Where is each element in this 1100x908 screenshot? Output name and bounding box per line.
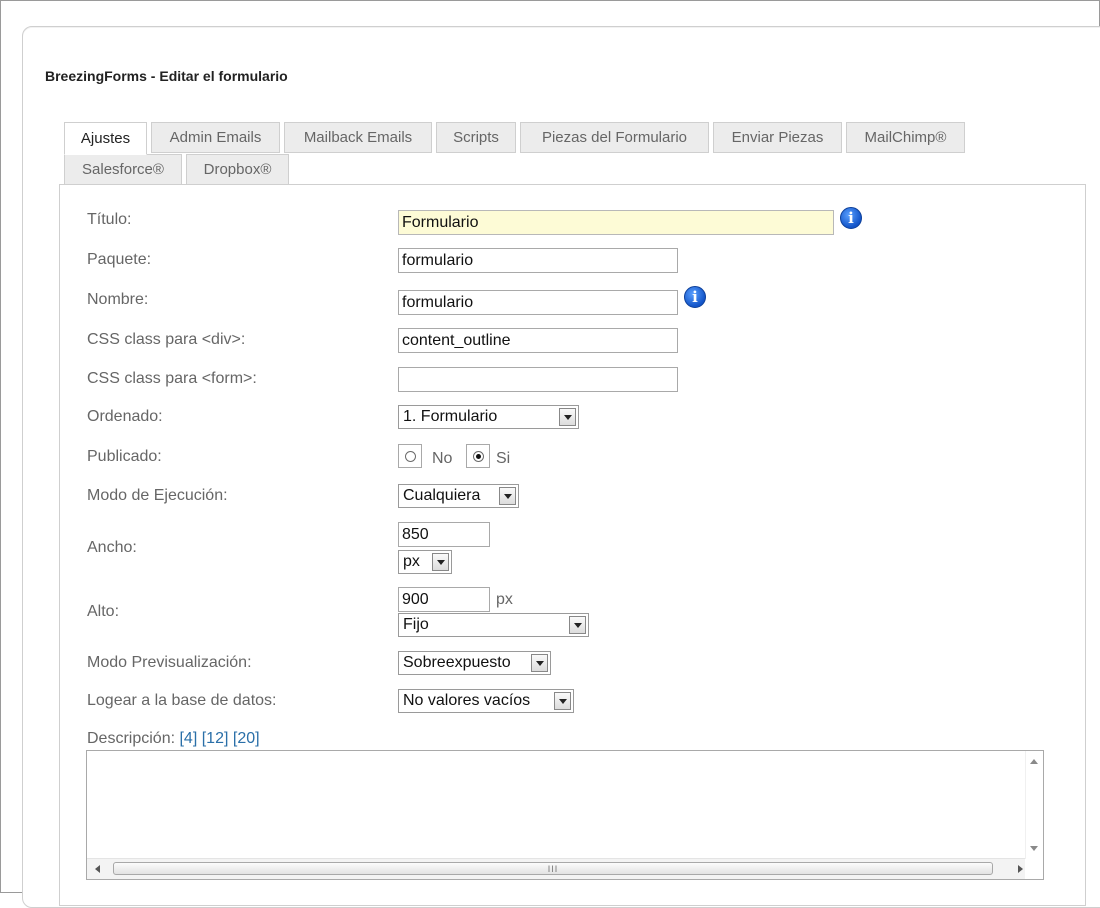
- ancho-unit-value: px: [403, 553, 420, 570]
- descripcion-size-4-link[interactable]: [4]: [179, 730, 197, 747]
- ancho-unit-select[interactable]: px: [398, 550, 452, 574]
- radio-unchecked-icon: [404, 450, 416, 462]
- css-div-input[interactable]: [398, 328, 678, 353]
- modo-ejecucion-label: Modo de Ejecución:: [87, 487, 228, 504]
- tab-salesforce[interactable]: Salesforce®: [64, 154, 182, 185]
- descripcion-label: Descripción:: [87, 730, 176, 747]
- chevron-down-icon: [499, 487, 516, 505]
- publicado-label: Publicado:: [87, 448, 162, 465]
- tab-dropbox[interactable]: Dropbox®: [186, 154, 289, 185]
- logear-select[interactable]: No valores vacíos: [398, 689, 574, 713]
- modo-previsualizacion-select[interactable]: Sobreexpuesto: [398, 651, 551, 675]
- css-div-label: CSS class para <div>:: [87, 331, 246, 348]
- descripcion-textarea[interactable]: III: [86, 750, 1044, 880]
- scroll-left-icon[interactable]: [95, 865, 100, 873]
- scrollbar-thumb[interactable]: III: [113, 862, 993, 875]
- descripcion-row: Descripción: [4] [12] [20]: [87, 730, 260, 748]
- titulo-input[interactable]: [398, 210, 834, 235]
- tab-piezas-del-formulario[interactable]: Piezas del Formulario: [520, 122, 709, 153]
- nombre-input[interactable]: [398, 290, 678, 315]
- chevron-down-icon: [569, 616, 586, 634]
- alto-label: Alto:: [87, 603, 120, 620]
- publicado-si-label: Si: [496, 450, 511, 467]
- publicado-no-label: No: [432, 450, 453, 467]
- ordenado-label: Ordenado:: [87, 408, 163, 425]
- alto-input[interactable]: [398, 587, 490, 612]
- tab-mailchimp[interactable]: MailChimp®: [846, 122, 965, 153]
- ordenado-select[interactable]: 1. Formulario: [398, 405, 579, 429]
- alto-unit-label: px: [496, 591, 513, 608]
- scroll-right-icon[interactable]: [1018, 865, 1023, 873]
- scrollbar-grip-icon: III: [547, 863, 559, 874]
- vertical-scrollbar[interactable]: [1025, 751, 1043, 859]
- scroll-up-icon[interactable]: [1030, 759, 1038, 764]
- css-form-label: CSS class para <form>:: [87, 370, 257, 387]
- modo-previsualizacion-label: Modo Previsualización:: [87, 654, 252, 671]
- paquete-input[interactable]: [398, 248, 678, 273]
- info-icon[interactable]: i: [840, 207, 862, 229]
- titulo-label: Título:: [87, 211, 132, 228]
- alto-mode-value: Fijo: [403, 616, 429, 633]
- page-title: BreezingForms - Editar el formulario: [45, 68, 288, 84]
- paquete-label: Paquete:: [87, 251, 152, 268]
- publicado-si-radio[interactable]: [466, 444, 490, 468]
- radio-checked-icon: [472, 450, 484, 462]
- modo-ejecucion-select[interactable]: Cualquiera: [398, 484, 519, 508]
- horizontal-scrollbar[interactable]: III: [87, 858, 1025, 879]
- alto-mode-select[interactable]: Fijo: [398, 613, 589, 637]
- info-icon[interactable]: i: [684, 286, 706, 308]
- ancho-input[interactable]: [398, 522, 490, 547]
- chevron-down-icon: [432, 553, 449, 571]
- descripcion-size-12-link[interactable]: [12]: [202, 730, 229, 747]
- logear-value: No valores vacíos: [403, 692, 531, 709]
- chevron-down-icon: [531, 654, 548, 672]
- modo-ejecucion-value: Cualquiera: [403, 487, 481, 504]
- tab-ajustes[interactable]: Ajustes: [64, 122, 147, 155]
- descripcion-size-20-link[interactable]: [20]: [233, 730, 260, 747]
- tab-scripts[interactable]: Scripts: [436, 122, 516, 153]
- logear-label: Logear a la base de datos:: [87, 692, 277, 709]
- tab-admin-emails[interactable]: Admin Emails: [151, 122, 280, 153]
- chevron-down-icon: [554, 692, 571, 710]
- ancho-label: Ancho:: [87, 539, 137, 556]
- nombre-label: Nombre:: [87, 291, 149, 308]
- ordenado-value: 1. Formulario: [403, 408, 498, 425]
- tab-enviar-piezas[interactable]: Enviar Piezas: [713, 122, 842, 153]
- modo-previsualizacion-value: Sobreexpuesto: [403, 654, 511, 671]
- css-form-input[interactable]: [398, 367, 678, 392]
- tab-mailback-emails[interactable]: Mailback Emails: [284, 122, 432, 153]
- chevron-down-icon: [559, 408, 576, 426]
- scroll-down-icon[interactable]: [1030, 846, 1038, 851]
- publicado-no-radio[interactable]: [398, 444, 422, 468]
